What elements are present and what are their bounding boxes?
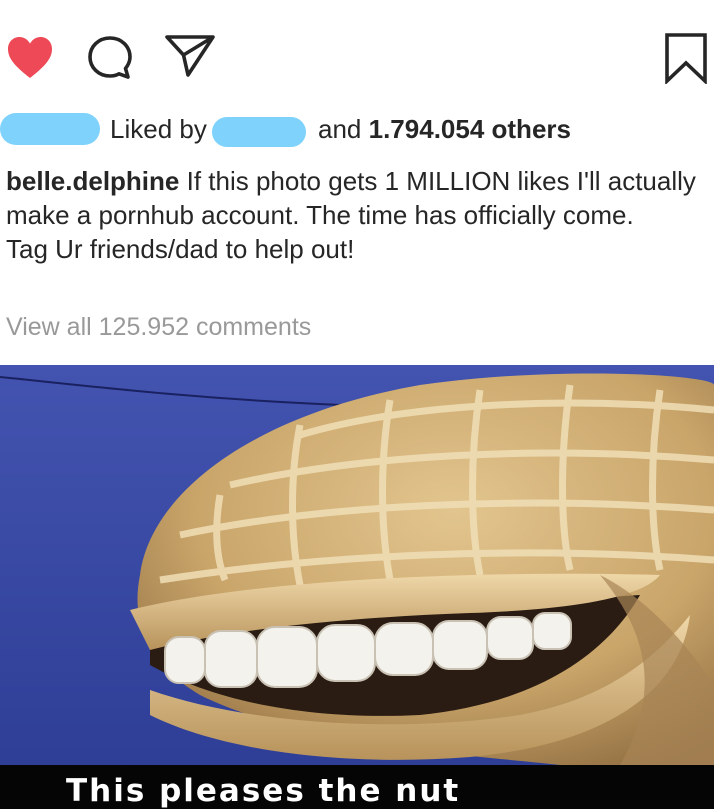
post-photo[interactable]: This pleases the nut bbox=[0, 365, 714, 809]
bookmark-icon[interactable] bbox=[664, 32, 708, 89]
peanut-statue-image bbox=[0, 365, 714, 809]
heart-icon[interactable] bbox=[6, 36, 54, 85]
caption-text-line2: Tag Ur friends/dad to help out! bbox=[6, 234, 355, 264]
others-count: 1.794.054 others bbox=[368, 114, 571, 144]
and-label: and bbox=[318, 114, 362, 144]
caption-username[interactable]: belle.delphine bbox=[6, 166, 179, 196]
likes-count: and 1.794.054 others bbox=[318, 114, 571, 145]
redacted-username bbox=[212, 117, 306, 147]
meme-caption: This pleases the nut bbox=[66, 773, 461, 809]
redacted-avatar bbox=[0, 113, 100, 145]
comment-icon[interactable] bbox=[86, 34, 134, 87]
liked-by-label: Liked by bbox=[110, 114, 207, 144]
post-action-bar bbox=[0, 28, 714, 88]
paper-plane-icon[interactable] bbox=[164, 34, 216, 83]
view-all-comments-link[interactable]: View all 125.952 comments bbox=[6, 313, 311, 342]
likes-summary[interactable]: Liked by and 1.794.054 others bbox=[0, 112, 714, 147]
post-caption: belle.delphine If this photo gets 1 MILL… bbox=[6, 164, 706, 266]
meme-caption-bar: This pleases the nut bbox=[0, 765, 714, 809]
